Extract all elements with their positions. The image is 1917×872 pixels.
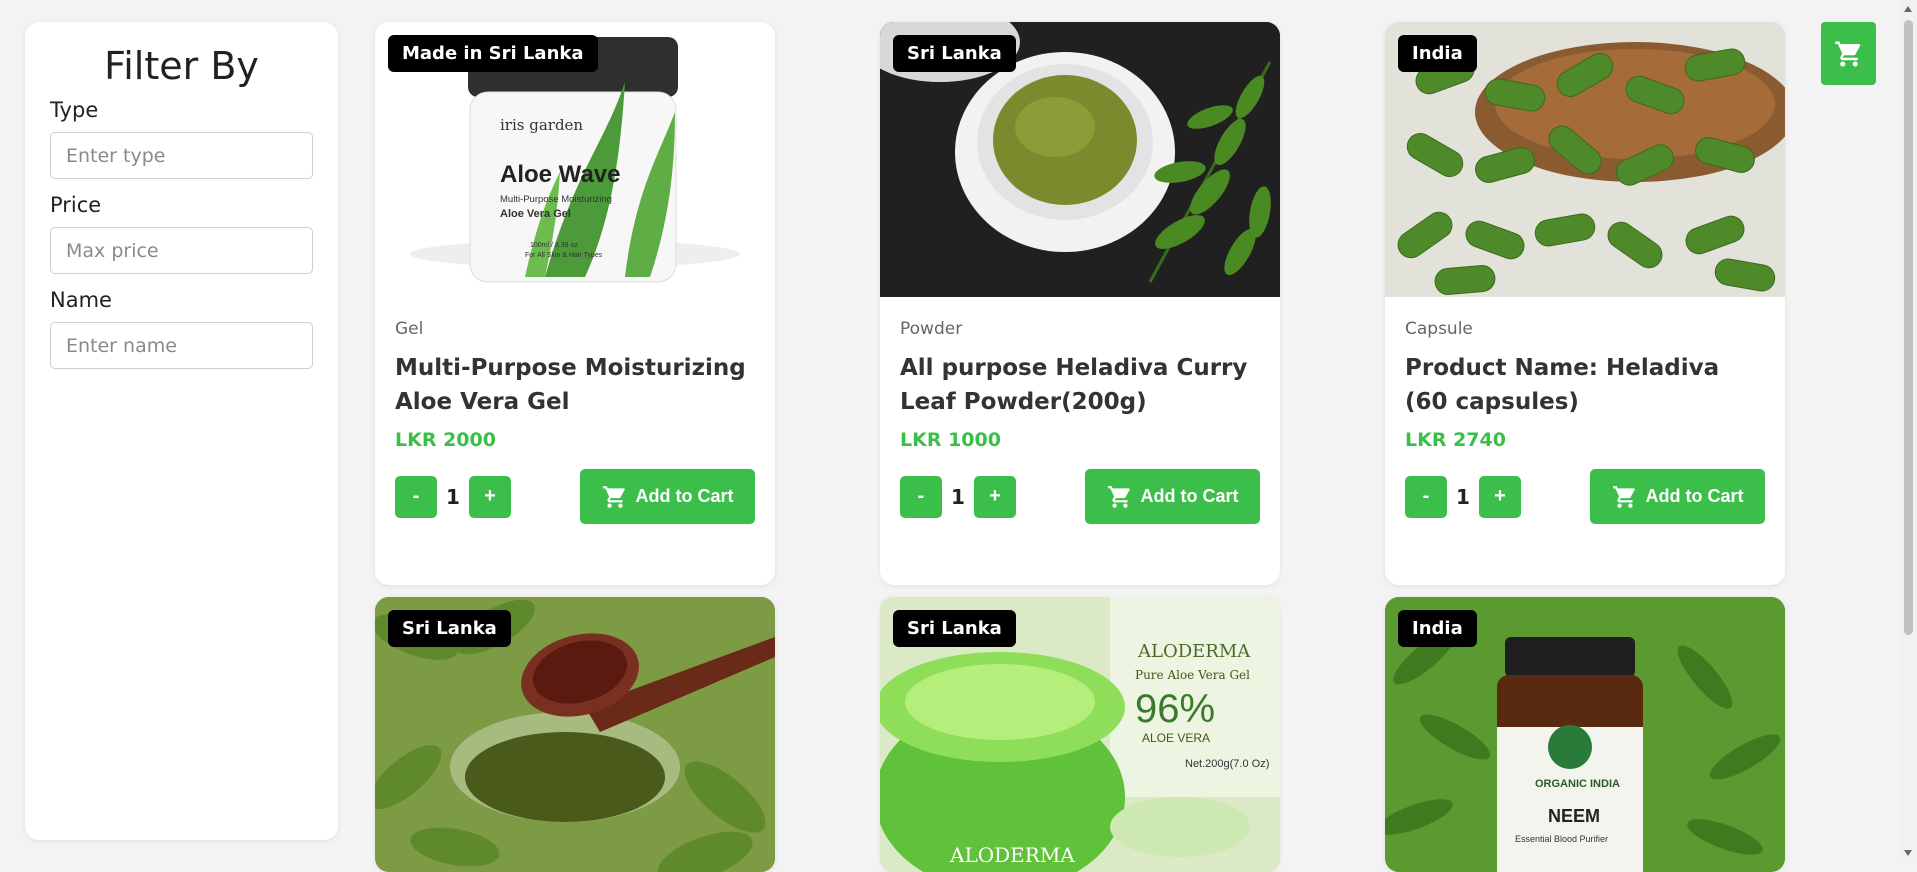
add-to-cart-button[interactable]: Add to Cart — [1590, 469, 1765, 524]
product-price: LKR 2740 — [1405, 429, 1506, 451]
product-card: Sri Lanka Powder All purpose Heladiva Cu… — [880, 22, 1280, 585]
product-image[interactable]: iris garden Aloe Wave Multi-Purpose Mois… — [375, 22, 775, 297]
cart-icon — [1612, 485, 1635, 508]
product-name[interactable]: All purpose Heladiva Curry Leaf Powder(2… — [900, 351, 1260, 419]
svg-text:Aloe Wave: Aloe Wave — [500, 161, 620, 188]
add-to-cart-label: Add to Cart — [1645, 486, 1744, 506]
svg-text:ALODERMA: ALODERMA — [1137, 641, 1251, 662]
filter-title: Filter By — [104, 44, 259, 88]
product-image[interactable]: Sri Lanka — [880, 22, 1280, 297]
price-input[interactable] — [50, 227, 313, 274]
origin-badge: Sri Lanka — [893, 610, 1016, 647]
decrease-quantity-button[interactable]: - — [1405, 475, 1447, 518]
decrease-quantity-button[interactable]: - — [900, 475, 942, 518]
price-label: Price — [50, 193, 102, 217]
cart-icon — [1107, 485, 1130, 508]
name-input[interactable] — [50, 322, 313, 369]
product-price: LKR 1000 — [900, 429, 1001, 451]
svg-text:iris garden: iris garden — [500, 116, 583, 134]
type-input[interactable] — [50, 132, 313, 179]
add-to-cart-button[interactable]: Add to Cart — [580, 469, 755, 524]
cart-button[interactable] — [1821, 22, 1876, 85]
add-to-cart-button[interactable]: Add to Cart — [1085, 469, 1260, 524]
svg-text:NEEM: NEEM — [1548, 806, 1600, 826]
svg-text:100ml / 3.38 oz: 100ml / 3.38 oz — [530, 242, 578, 249]
product-type: Capsule — [1405, 319, 1473, 339]
scroll-up-arrow-icon[interactable] — [1904, 6, 1912, 12]
product-card: Sri Lanka — [375, 597, 775, 872]
svg-text:Aloe Vera Gel: Aloe Vera Gel — [500, 208, 571, 220]
add-to-cart-label: Add to Cart — [635, 486, 734, 506]
svg-text:Multi-Purpose Moisturizing: Multi-Purpose Moisturizing — [500, 194, 612, 205]
product-image[interactable]: India — [1385, 22, 1785, 297]
svg-text:Pure Aloe Vera Gel: Pure Aloe Vera Gel — [1135, 668, 1250, 682]
svg-text:Net.200g(7.0 Oz): Net.200g(7.0 Oz) — [1185, 758, 1269, 770]
origin-badge: India — [1398, 610, 1477, 647]
quantity-value: 1 — [446, 484, 460, 509]
origin-badge: India — [1398, 35, 1477, 72]
origin-badge: Sri Lanka — [388, 610, 511, 647]
product-name[interactable]: Product Name: Heladiva (60 capsules) — [1405, 351, 1765, 419]
filter-sidebar: Filter By Type Price Name — [25, 22, 338, 840]
increase-quantity-button[interactable]: + — [974, 475, 1016, 518]
product-image[interactable]: ALODERMA Pure Aloe Vera Gel 96% ALOE VER… — [880, 597, 1280, 872]
svg-text:ALODERMA: ALODERMA — [949, 843, 1075, 867]
type-label: Type — [50, 98, 99, 122]
page-scrollbar[interactable] — [1900, 0, 1917, 862]
product-card: iris garden Aloe Wave Multi-Purpose Mois… — [375, 22, 775, 585]
quantity-controls: - 1 + Add to Cart — [1405, 469, 1765, 524]
svg-text:Essential Blood Purifier: Essential Blood Purifier — [1515, 834, 1608, 844]
svg-text:ALOE VERA: ALOE VERA — [1142, 731, 1210, 745]
product-price: LKR 2000 — [395, 429, 496, 451]
shopping-cart-icon — [1834, 41, 1860, 66]
origin-badge: Made in Sri Lanka — [388, 35, 598, 72]
product-card: ORGANIC INDIA NEEM Essential Blood Purif… — [1385, 597, 1785, 872]
quantity-value: 1 — [951, 484, 965, 509]
increase-quantity-button[interactable]: + — [1479, 475, 1521, 518]
scrollbar-thumb[interactable] — [1904, 20, 1913, 635]
cart-icon — [602, 485, 625, 508]
increase-quantity-button[interactable]: + — [469, 475, 511, 518]
product-image[interactable]: Sri Lanka — [375, 597, 775, 872]
svg-text:96%: 96% — [1135, 687, 1215, 731]
svg-text:For All Skin & Hair Types: For All Skin & Hair Types — [525, 252, 603, 259]
quantity-value: 1 — [1456, 484, 1470, 509]
add-to-cart-label: Add to Cart — [1140, 486, 1239, 506]
quantity-controls: - 1 + Add to Cart — [900, 469, 1260, 524]
product-card: ALODERMA Pure Aloe Vera Gel 96% ALOE VER… — [880, 597, 1280, 872]
origin-badge: Sri Lanka — [893, 35, 1016, 72]
quantity-controls: - 1 + Add to Cart — [395, 469, 755, 524]
decrease-quantity-button[interactable]: - — [395, 475, 437, 518]
svg-text:ORGANIC INDIA: ORGANIC INDIA — [1535, 778, 1620, 790]
scroll-down-arrow-icon[interactable] — [1904, 850, 1912, 856]
product-type: Powder — [900, 319, 963, 339]
name-label: Name — [50, 288, 112, 312]
product-type: Gel — [395, 319, 424, 339]
product-image[interactable]: ORGANIC INDIA NEEM Essential Blood Purif… — [1385, 597, 1785, 872]
product-card: India Capsule Product Name: Heladiva (60… — [1385, 22, 1785, 585]
product-name[interactable]: Multi-Purpose Moisturizing Aloe Vera Gel — [395, 351, 755, 419]
